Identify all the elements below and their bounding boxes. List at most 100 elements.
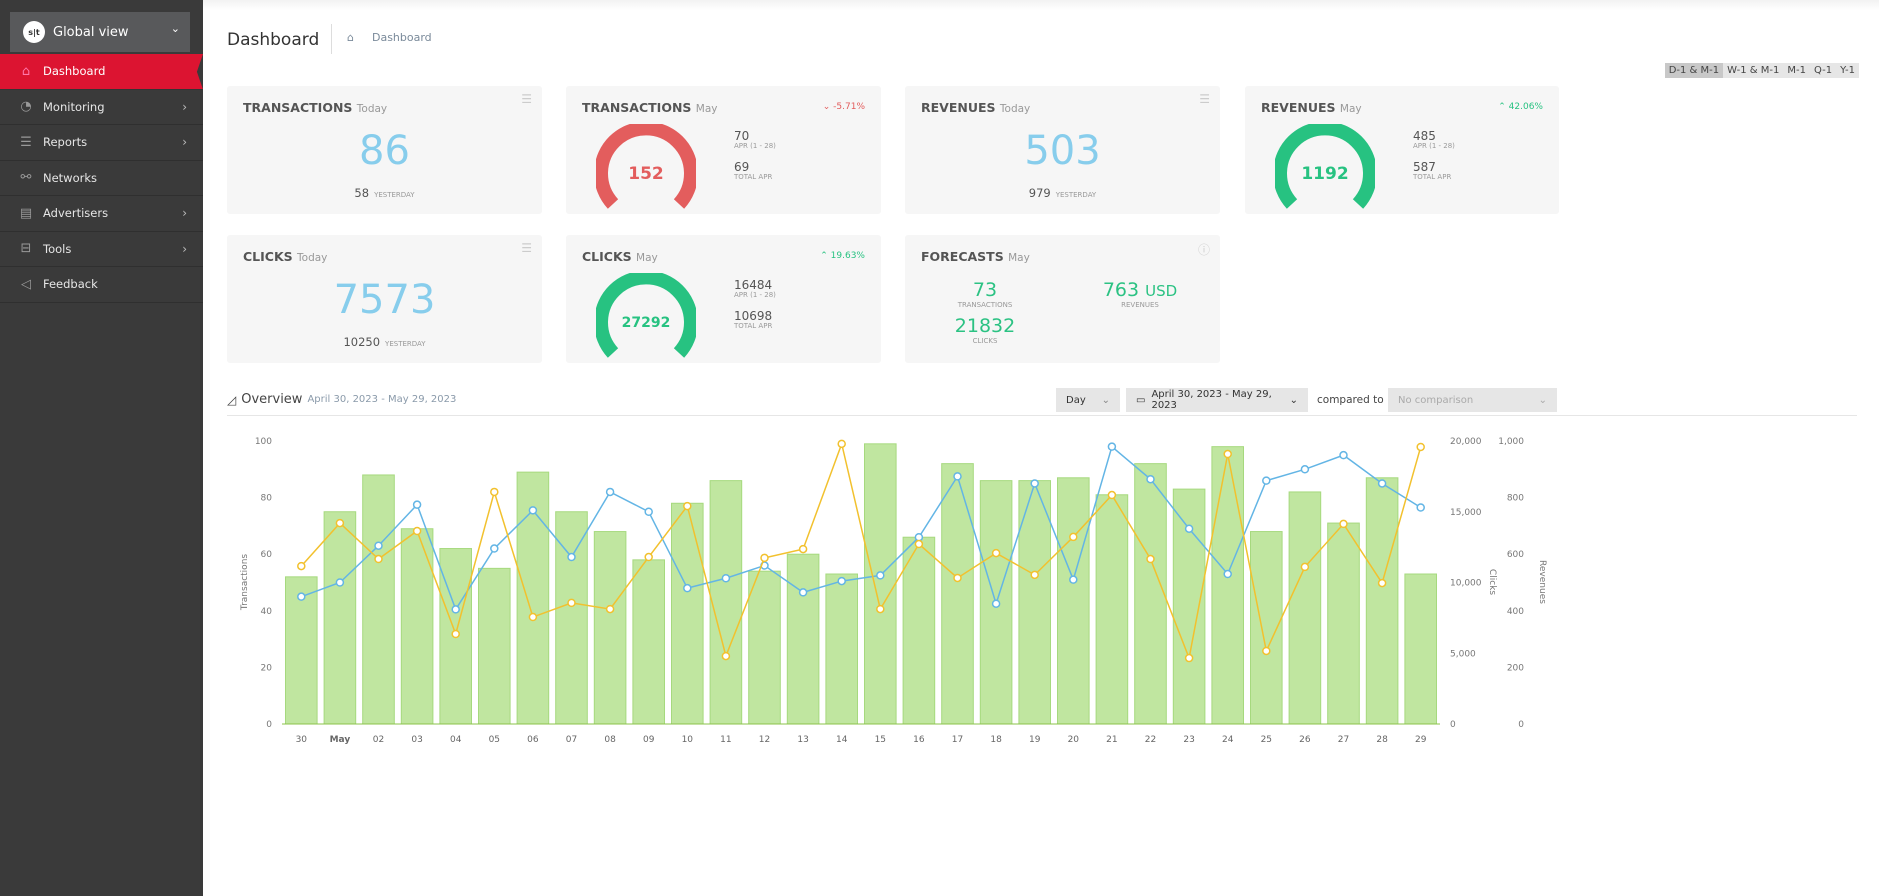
y-tick-left: 40 xyxy=(261,607,273,617)
point-revenues xyxy=(798,544,808,554)
x-tick: 19 xyxy=(1029,735,1041,745)
y-tick-left: 100 xyxy=(255,437,272,447)
point-revenues xyxy=(1262,646,1271,656)
point-clicks xyxy=(683,583,692,593)
bar-transactions xyxy=(400,528,434,725)
point-revenues xyxy=(1416,442,1425,452)
bar-transactions xyxy=(941,463,974,725)
point-clicks xyxy=(1262,476,1271,485)
bar-transactions xyxy=(593,531,627,725)
x-tick: 15 xyxy=(875,735,886,745)
x-tick: 12 xyxy=(759,735,770,745)
point-clicks xyxy=(876,571,885,580)
y-tick-revenues: 1,000 xyxy=(1498,437,1524,447)
x-tick: 22 xyxy=(1145,735,1156,745)
x-tick: 07 xyxy=(566,735,577,745)
y-tick-left: 20 xyxy=(261,663,273,673)
point-clicks xyxy=(374,541,383,550)
point-clicks xyxy=(1223,569,1232,579)
point-clicks xyxy=(991,599,1001,608)
point-revenues xyxy=(837,439,846,449)
point-clicks xyxy=(412,500,422,509)
point-revenues xyxy=(1069,532,1078,542)
bar-transactions xyxy=(632,559,666,725)
point-clicks xyxy=(1030,479,1039,488)
point-clicks xyxy=(297,592,306,601)
point-revenues xyxy=(953,573,962,583)
y-tick-clicks: 10,000 xyxy=(1450,579,1482,589)
point-revenues xyxy=(528,612,538,622)
point-revenues xyxy=(451,629,460,639)
bar-transactions xyxy=(1211,446,1245,725)
point-revenues xyxy=(876,604,885,614)
point-revenues xyxy=(721,651,731,661)
bar-transactions xyxy=(1404,573,1438,725)
x-tick: 26 xyxy=(1299,735,1311,745)
y-tick-left: 0 xyxy=(266,720,272,730)
point-clicks xyxy=(1377,479,1387,488)
point-clicks xyxy=(528,506,538,515)
point-revenues xyxy=(760,553,769,563)
y-tick-clicks: 20,000 xyxy=(1450,437,1482,447)
x-tick: 02 xyxy=(373,735,384,745)
bar-transactions xyxy=(902,536,936,725)
point-clicks xyxy=(721,574,731,583)
x-tick: 10 xyxy=(682,735,694,745)
point-revenues xyxy=(1146,554,1155,564)
x-tick: 17 xyxy=(952,735,963,745)
point-revenues xyxy=(1339,519,1348,529)
point-revenues xyxy=(1184,653,1194,663)
point-revenues xyxy=(1223,449,1232,459)
y-tick-revenues: 0 xyxy=(1518,720,1524,730)
point-clicks xyxy=(798,588,808,597)
x-tick: 23 xyxy=(1183,735,1194,745)
x-tick: 03 xyxy=(411,735,422,745)
overview-chart: 02040608010005,00010,00015,00020,0000200… xyxy=(240,437,1547,745)
bar-transactions xyxy=(671,502,704,725)
x-tick: 04 xyxy=(450,735,462,745)
point-clicks xyxy=(644,507,653,516)
point-clicks xyxy=(1069,575,1078,584)
bar-transactions xyxy=(1057,477,1090,725)
x-tick: 06 xyxy=(527,735,539,745)
x-tick: 11 xyxy=(720,735,731,745)
bar-transactions xyxy=(323,511,357,725)
y-tick-revenues: 600 xyxy=(1507,550,1524,560)
point-revenues xyxy=(374,554,383,564)
point-revenues xyxy=(914,539,924,549)
axis-label-transactions: Transactions xyxy=(240,554,250,611)
bar-transactions xyxy=(1095,494,1129,725)
y-tick-left: 80 xyxy=(261,494,273,504)
bar-transactions xyxy=(1172,488,1206,725)
point-revenues xyxy=(297,561,306,571)
x-tick: 14 xyxy=(836,735,848,745)
y-tick-clicks: 5,000 xyxy=(1450,649,1476,659)
bar-transactions xyxy=(864,443,897,725)
x-tick: 05 xyxy=(489,735,500,745)
point-clicks xyxy=(451,605,460,614)
x-tick: 09 xyxy=(643,735,655,745)
x-tick: 25 xyxy=(1261,735,1272,745)
x-tick: 16 xyxy=(913,735,925,745)
x-tick: 30 xyxy=(296,735,308,745)
point-revenues xyxy=(490,487,499,497)
y-tick-revenues: 200 xyxy=(1507,663,1524,673)
x-tick: 21 xyxy=(1106,735,1117,745)
x-tick: 18 xyxy=(990,735,1002,745)
bar-transactions xyxy=(478,567,511,725)
point-clicks xyxy=(837,576,846,586)
bar-transactions xyxy=(362,474,395,725)
bar-transactions xyxy=(825,573,859,725)
bar-transactions xyxy=(709,480,743,725)
point-revenues xyxy=(1030,570,1039,580)
x-tick: 29 xyxy=(1415,735,1427,745)
point-revenues xyxy=(1377,578,1387,588)
x-tick: May xyxy=(330,735,351,745)
bar-transactions xyxy=(1327,522,1360,725)
point-clicks xyxy=(567,552,576,562)
bar-transactions xyxy=(1134,463,1167,725)
x-tick: 13 xyxy=(797,735,808,745)
x-tick: 20 xyxy=(1068,735,1080,745)
x-tick: 08 xyxy=(604,735,616,745)
y-tick-revenues: 800 xyxy=(1507,494,1524,504)
